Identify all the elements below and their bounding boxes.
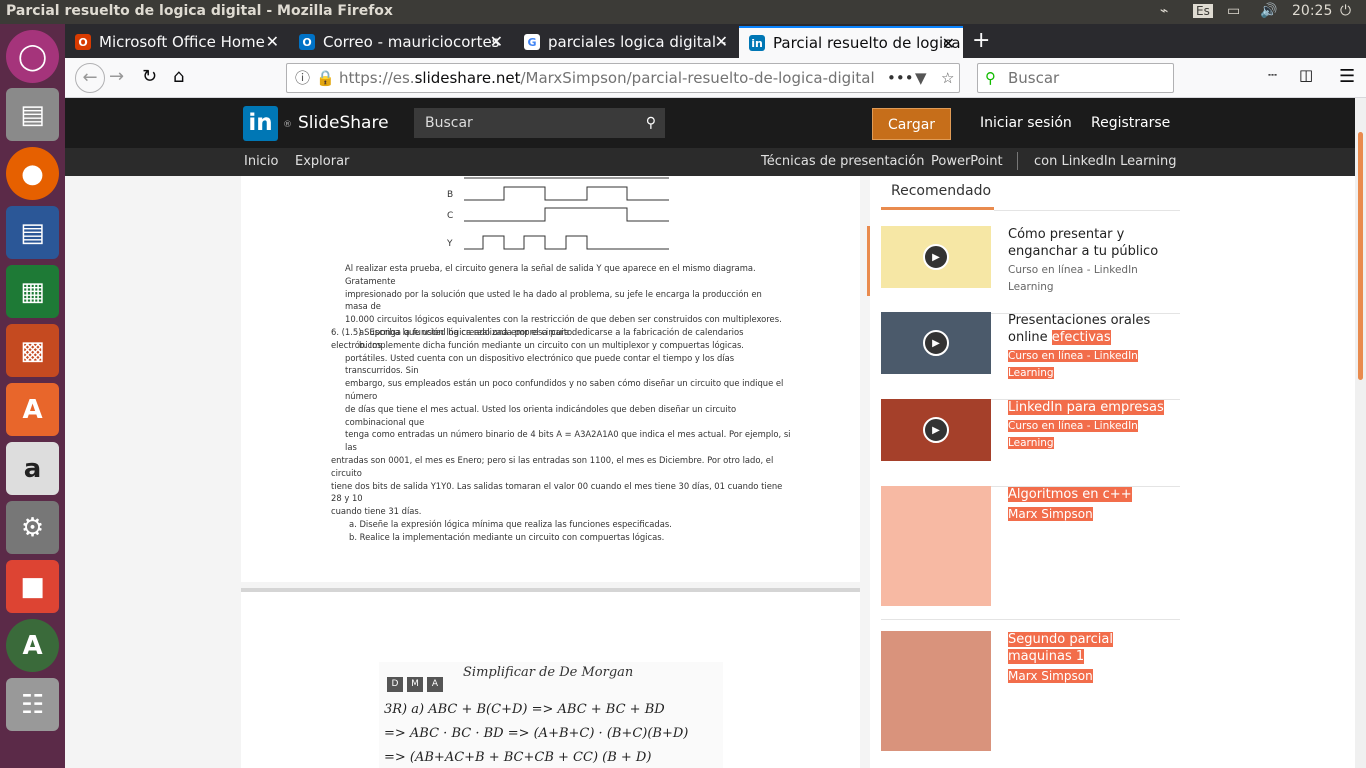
outlook-icon: O [299, 34, 315, 50]
menu-icon[interactable]: ☰ [1339, 66, 1355, 87]
play-icon: ▶ [923, 417, 949, 443]
brand-name[interactable]: SlideShare [298, 113, 389, 133]
power-icon[interactable]: ⏻ [1340, 3, 1351, 19]
clock[interactable]: 20:25 [1292, 3, 1332, 19]
search-icon: ⚲ [985, 69, 996, 87]
workspaces-icon[interactable]: ☷ [6, 678, 59, 731]
forward-button[interactable]: → [109, 66, 124, 87]
document-thumbnail [881, 631, 991, 751]
recommended-item[interactable]: ▶ Cómo presentar y enganchar a tu públic… [881, 226, 1180, 314]
slide-page-1: B C Y Al realizar esta prueba, el circui… [241, 176, 860, 582]
back-button[interactable]: ← [75, 63, 105, 93]
reload-button[interactable]: ↻ [142, 66, 157, 87]
document-thumbnail [881, 486, 991, 606]
login-link[interactable]: Iniciar sesión [980, 115, 1072, 131]
wifi-icon[interactable]: ⌁ [1160, 3, 1168, 19]
upload-button[interactable]: Cargar [872, 108, 951, 140]
video-thumbnail: ▶ [881, 312, 991, 374]
recommended-sidebar: Recomendado ▶ Cómo presentar y enganchar… [867, 176, 1366, 768]
software-center-icon[interactable]: A [6, 383, 59, 436]
nav-tecnicas[interactable]: Técnicas de presentación [761, 154, 924, 169]
tab-office[interactable]: O Microsoft Office Home ✕ [65, 26, 287, 58]
volume-icon[interactable]: 🔊 [1260, 3, 1277, 19]
ubuntu-dash-icon[interactable]: ◯ [6, 30, 59, 83]
pocket-icon[interactable]: ▼ [915, 64, 927, 92]
slideshare-nav: Inicio Explorar Técnicas de presentación… [65, 148, 1355, 176]
new-tab-button[interactable]: + [972, 28, 990, 53]
browser-search-input[interactable]: ⚲ Buscar [977, 63, 1174, 93]
calc-icon[interactable]: ▦ [6, 265, 59, 318]
recommended-item[interactable]: ▶ LinkedIn para empresas Curso en línea -… [881, 399, 1180, 487]
play-icon: ▶ [923, 330, 949, 356]
close-icon[interactable]: ✕ [715, 32, 728, 51]
amazon-icon[interactable]: a [6, 442, 59, 495]
page-scrollbar[interactable] [1355, 98, 1366, 768]
keyboard-layout[interactable]: Es [1193, 4, 1213, 18]
recommended-item[interactable]: ▶ Presentaciones orales online efectivas… [881, 312, 1180, 400]
video-thumbnail: ▶ [881, 399, 991, 461]
impress-icon[interactable]: ▩ [6, 324, 59, 377]
search-icon[interactable]: ⚲ [646, 108, 656, 138]
tab-slideshare[interactable]: in Parcial resuelto de logica ✕ [739, 26, 963, 58]
scrollbar-thumb[interactable] [1358, 132, 1363, 380]
unity-launcher: ◯ ▤ ● ▤ ▦ ▩ A a ⚙ ■ A ☷ [0, 24, 65, 768]
battery-icon[interactable]: ▭ [1227, 3, 1240, 19]
writer-icon[interactable]: ▤ [6, 206, 59, 259]
tab-bar: O Microsoft Office Home ✕ O Correo - mauric… [65, 24, 1366, 58]
office-icon: O [75, 34, 91, 50]
timing-diagram [464, 177, 669, 250]
settings-icon[interactable]: ⚙ [6, 501, 59, 554]
updater-icon[interactable]: A [6, 619, 59, 672]
google-icon: G [524, 34, 540, 50]
files-icon[interactable]: ▤ [6, 88, 59, 141]
lock-icon: 🔒 [316, 69, 335, 87]
window-title: Parcial resuelto de logica digital - Moz… [6, 3, 393, 19]
library-icon[interactable]: ┄ [1268, 66, 1277, 84]
page-actions-icon[interactable]: ••• [887, 64, 914, 92]
recommended-item[interactable]: Segundo parcial maquinas 1 Marx Simpson [881, 631, 1180, 765]
bookmark-star-icon[interactable]: ☆ [941, 64, 954, 92]
linkedin-icon: in [749, 35, 765, 51]
recommended-item[interactable]: Algoritmos en c++ Marx Simpson [881, 486, 1180, 620]
info-icon[interactable]: ⓘ [295, 64, 310, 92]
slideshare-header: in ® SlideShare Buscar ⚲ Cargar Iniciar s… [65, 98, 1355, 148]
handwritten-notes: D M A Simplificar de De Morgan 3R) a) AB… [379, 662, 723, 768]
slideshare-search-input[interactable]: Buscar ⚲ [414, 108, 665, 138]
linkedin-logo-icon[interactable]: in [243, 106, 278, 141]
slide-page-2: D M A Simplificar de De Morgan 3R) a) AB… [241, 588, 860, 768]
system-top-bar: Parcial resuelto de logica digital - Moz… [0, 0, 1366, 24]
tab-google[interactable]: Gparciales logica digital - ✕ [514, 26, 736, 58]
page-content: in ® SlideShare Buscar ⚲ Cargar Iniciar s… [65, 98, 1366, 768]
register-link[interactable]: Registrarse [1091, 115, 1170, 131]
close-icon[interactable]: ✕ [266, 32, 279, 51]
tab-correo[interactable]: O Correo - mauriciocortes ✕ [289, 26, 511, 58]
recommended-heading: Recomendado [881, 183, 994, 210]
navigation-toolbar: ← → ↻ ⌂ ⓘ 🔒 https://es.slideshare.net/Ma… [65, 58, 1366, 98]
question-6-text: 6. (1.5) Suponga que usted ha creado una… [331, 327, 791, 542]
app-icon[interactable]: ■ [6, 560, 59, 613]
nav-powerpoint[interactable]: PowerPoint [931, 154, 1003, 169]
sidebar-icon[interactable]: ◫ [1299, 66, 1313, 84]
firefox-icon[interactable]: ● [6, 147, 59, 200]
url-bar[interactable]: ⓘ 🔒 https://es.slideshare.net/MarxSimpso… [286, 63, 960, 93]
play-icon: ▶ [923, 244, 949, 270]
home-button[interactable]: ⌂ [173, 66, 184, 87]
close-icon[interactable]: ✕ [942, 34, 955, 53]
video-thumbnail: ▶ [881, 226, 991, 288]
close-icon[interactable]: ✕ [490, 32, 503, 51]
nav-linkedin-learning[interactable]: con LinkedIn Learning [1034, 154, 1177, 169]
nav-inicio[interactable]: Inicio [244, 154, 278, 169]
nav-explorar[interactable]: Explorar [295, 154, 349, 169]
